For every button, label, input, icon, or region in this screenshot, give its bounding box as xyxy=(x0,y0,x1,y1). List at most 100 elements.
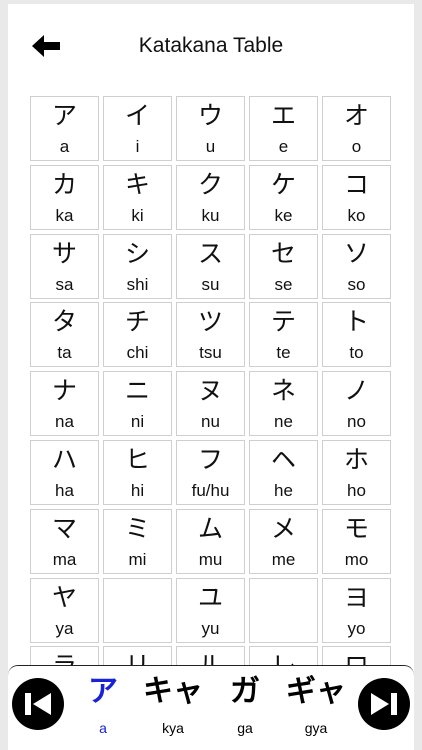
kana-character: ク xyxy=(197,169,223,199)
kana-cell[interactable]: イi xyxy=(103,96,172,161)
romaji-label: ya xyxy=(55,618,74,638)
kana-cell[interactable]: チ chi xyxy=(103,302,172,368)
kana-cell[interactable]: ケ ke xyxy=(249,164,318,230)
kana-cell[interactable]: ス su xyxy=(176,233,245,299)
romaji-label: ka xyxy=(55,205,74,225)
romaji-label: sa xyxy=(55,274,74,294)
romaji-label: ki xyxy=(131,205,144,225)
kana-character: ナ xyxy=(51,376,77,406)
skip-previous-icon xyxy=(25,693,51,715)
kana-cell[interactable]: シ shi xyxy=(103,233,172,299)
katakana-grid: ア a イ i ウ u エ e オ o カ ka キ ki ク ku ケ ke コ ko サ sa シ shi ス su セ se ソ s… xyxy=(30,96,391,712)
kana-cell[interactable]: エe xyxy=(249,96,318,161)
kana-character: フ xyxy=(197,444,223,474)
previous-button[interactable] xyxy=(12,678,64,730)
kana-cell[interactable]: ト to xyxy=(322,302,391,368)
romaji-label: nu xyxy=(201,412,220,432)
romaji-label: ko xyxy=(347,205,366,225)
kana-cell[interactable]: コ ko xyxy=(322,164,391,230)
kana-cell[interactable]: ユ yu xyxy=(176,577,245,643)
kana-character: ニ xyxy=(124,376,150,406)
kana-cell[interactable]: ヤ ya xyxy=(30,577,99,643)
romaji-label: no xyxy=(347,412,366,432)
romaji-label: se xyxy=(274,274,293,294)
skip-next-icon xyxy=(371,693,397,715)
kana-cell[interactable]: ム mu xyxy=(176,508,245,574)
romaji-label: ma xyxy=(52,549,77,569)
bottom-nav-bar: ア a キャ kya ガ ga ギャ gya xyxy=(8,665,414,750)
romaji-label: fu/hu xyxy=(191,480,230,500)
kana-cell[interactable]: メ me xyxy=(249,508,318,574)
kana-character: マ xyxy=(51,513,77,543)
kana-cell[interactable]: オo xyxy=(322,96,391,161)
header: Katakana Table xyxy=(8,4,414,90)
kana-cell[interactable]: ホ ho xyxy=(322,439,391,505)
kana-cell[interactable]: ナ na xyxy=(30,371,99,437)
kana-cell[interactable]: サ sa xyxy=(30,233,99,299)
kana-character: ヘ xyxy=(270,444,296,474)
kana-character: ア xyxy=(51,101,77,130)
kana-cell[interactable]: ニ ni xyxy=(103,371,172,437)
tab-kya[interactable]: キャ kya xyxy=(138,672,208,738)
tab-gya[interactable]: ギャ gya xyxy=(280,672,352,738)
tab-ga[interactable]: ガ ga xyxy=(222,672,268,738)
romaji-label: yo xyxy=(347,618,366,638)
kana-cell[interactable]: キ ki xyxy=(103,164,172,230)
kana-cell[interactable]: ヌ nu xyxy=(176,371,245,437)
romaji-label: e xyxy=(278,137,289,156)
kana-cell[interactable]: ヨ yo xyxy=(322,577,391,643)
kana-cell[interactable]: テ te xyxy=(249,302,318,368)
romaji-label: ku xyxy=(201,205,220,225)
romaji-label: so xyxy=(347,274,366,294)
kana-character: ハ xyxy=(51,444,77,474)
kana-cell[interactable]: ク ku xyxy=(176,164,245,230)
kana-cell[interactable]: ヒ hi xyxy=(103,439,172,505)
kana-cell[interactable]: ノ no xyxy=(322,371,391,437)
tab-kana: ガ xyxy=(230,674,260,709)
kana-cell[interactable]: ネ ne xyxy=(249,371,318,437)
romaji-label: he xyxy=(274,480,293,500)
kana-cell[interactable]: セ se xyxy=(249,233,318,299)
kana-cell[interactable]: ソ so xyxy=(322,233,391,299)
kana-cell[interactable]: カ ka xyxy=(30,164,99,230)
romaji-label: mo xyxy=(344,549,369,569)
romaji-label: mi xyxy=(128,549,147,569)
kana-character: ム xyxy=(197,513,223,543)
kana-cell[interactable]: ウu xyxy=(176,96,245,161)
romaji-label: me xyxy=(271,549,296,569)
next-button[interactable] xyxy=(358,678,410,730)
romaji-label: i xyxy=(135,137,140,156)
tab-label: a xyxy=(99,720,107,736)
romaji-label: ke xyxy=(274,205,293,225)
kana-character: シ xyxy=(124,238,150,268)
page-title: Katakana Table xyxy=(138,34,284,57)
romaji-label: te xyxy=(276,343,291,363)
kana-character: ヌ xyxy=(197,376,223,406)
kana-character: メ xyxy=(270,513,296,543)
kana-character: タ xyxy=(51,307,77,337)
kana-cell[interactable]: フ fu/hu xyxy=(176,439,245,505)
kana-character: ウ xyxy=(197,101,223,130)
tab-a[interactable]: ア a xyxy=(80,672,126,738)
romaji-label: to xyxy=(349,343,364,363)
empty-cell xyxy=(103,577,172,643)
kana-cell[interactable]: ヘ he xyxy=(249,439,318,505)
kana-character: ト xyxy=(343,307,369,337)
kana-cell[interactable]: マ ma xyxy=(30,508,99,574)
kana-character: オ xyxy=(343,101,369,130)
kana-character: ヨ xyxy=(343,582,369,612)
kana-cell[interactable]: アa xyxy=(30,96,99,161)
kana-cell[interactable]: ミ mi xyxy=(103,508,172,574)
romaji-label: ho xyxy=(347,480,366,500)
romaji-label: na xyxy=(55,412,74,432)
romaji-label: tsu xyxy=(199,343,222,363)
kana-cell[interactable]: ツ tsu xyxy=(176,302,245,368)
kana-cell[interactable]: ハ ha xyxy=(30,439,99,505)
kana-character: エ xyxy=(270,101,296,130)
tab-kana: ギャ xyxy=(286,674,346,709)
kana-character: セ xyxy=(270,238,296,268)
kana-cell[interactable]: モ mo xyxy=(322,508,391,574)
kana-character: モ xyxy=(343,513,369,543)
romaji-label: ne xyxy=(274,412,293,432)
kana-cell[interactable]: タ ta xyxy=(30,302,99,368)
